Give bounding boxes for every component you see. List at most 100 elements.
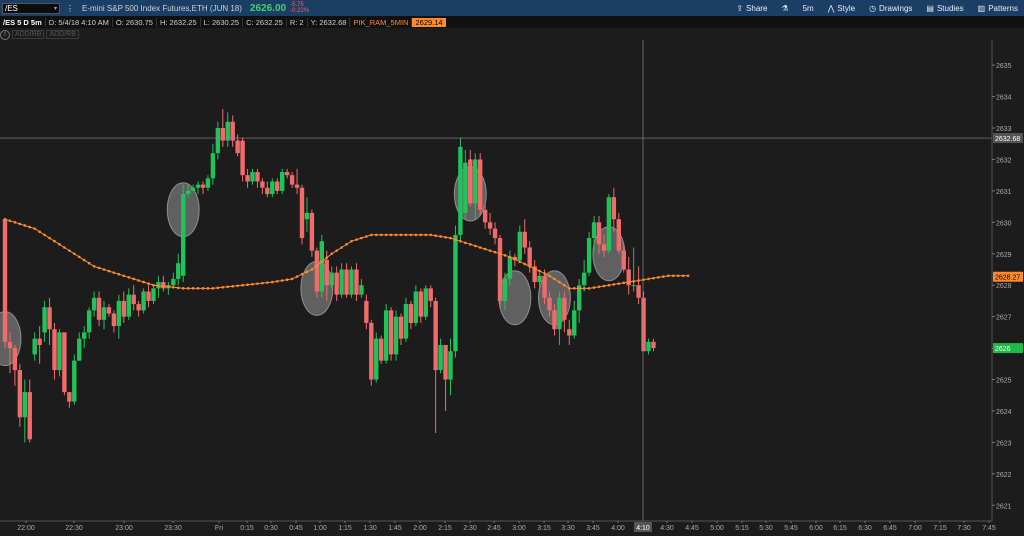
- moving-average-dot: [290, 277, 294, 281]
- candle-body: [235, 140, 240, 154]
- candle-body: [591, 222, 597, 239]
- candle-body: [354, 269, 359, 295]
- candle-body: [181, 194, 186, 276]
- moving-average-dot: [414, 233, 418, 237]
- moving-average-dot: [8, 219, 12, 223]
- candle-body: [507, 256, 513, 279]
- candle-body: [190, 187, 196, 191]
- price-tick-label: 2630: [996, 220, 1012, 227]
- time-tick-label: 1:00: [313, 525, 327, 532]
- moving-average-dot: [488, 249, 492, 252]
- moving-average-dot: [473, 244, 477, 248]
- moving-average-dot: [142, 280, 145, 284]
- moving-average-dot: [68, 249, 71, 252]
- candle-body: [77, 338, 82, 361]
- candle-body: [171, 278, 176, 286]
- moving-average-dot: [459, 239, 462, 243]
- moving-average-dot: [394, 233, 398, 237]
- candle-body: [101, 307, 107, 320]
- candle-body: [606, 197, 612, 251]
- candle-body: [453, 234, 458, 352]
- candle-body: [270, 181, 275, 195]
- time-tick-label: 6:15: [833, 525, 847, 532]
- price-tick-label: 2624: [996, 409, 1012, 416]
- moving-average-dot: [147, 282, 150, 285]
- time-tick-label: 2:45: [487, 525, 501, 532]
- candle-body: [205, 178, 211, 188]
- crosshair-price-label: 2632.68: [995, 136, 1020, 143]
- time-tick-label: 1:15: [338, 525, 352, 532]
- time-axis[interactable]: 22:00 22:30 23:00 23:30 Fri 0:15 0:30 0:45 1:00 1…: [0, 520, 1024, 536]
- moving-average-dot: [523, 262, 527, 266]
- moving-average-dot: [191, 287, 195, 290]
- candle-body: [636, 285, 641, 298]
- price-tick-label: 2621: [996, 503, 1012, 510]
- moving-average-dot: [236, 284, 239, 288]
- candle-body: [423, 288, 428, 317]
- moving-average-dot: [246, 283, 249, 286]
- candle-body: [468, 159, 473, 204]
- moving-average-dot: [439, 235, 442, 238]
- candle-body: [586, 238, 592, 273]
- candle-body: [438, 344, 443, 371]
- time-tick-label: 1:45: [388, 525, 402, 532]
- price-chart[interactable]: 2621 2622 2623 2624 2625 2626 2627 2628 2629 2630…: [0, 0, 1024, 536]
- candle-body: [12, 348, 18, 371]
- moving-average-dot: [374, 233, 378, 237]
- time-tick-label: 7:30: [957, 525, 971, 532]
- time-tick-label: 0:45: [289, 525, 303, 532]
- moving-average-dot: [53, 239, 56, 243]
- moving-average-dot: [508, 255, 512, 259]
- price-tick-label: 2635: [996, 63, 1012, 70]
- candle-body: [562, 297, 567, 320]
- candle-body: [96, 297, 102, 320]
- candle-body: [294, 184, 300, 188]
- candle-body: [47, 307, 52, 330]
- price-tick-label: 2634: [996, 95, 1012, 102]
- moving-average-dot: [117, 272, 121, 276]
- time-tick-label: 6:45: [883, 525, 897, 532]
- moving-average-dot: [43, 233, 46, 237]
- candle-body: [185, 190, 191, 195]
- moving-average-dot: [97, 266, 101, 270]
- moving-average-dot: [271, 280, 274, 284]
- time-tick-label: 2:30: [463, 525, 477, 532]
- candle-body: [641, 297, 646, 352]
- moving-average-dot: [310, 268, 314, 271]
- time-tick-label: 6:00: [809, 525, 823, 532]
- time-tick-label: 23:30: [164, 525, 182, 532]
- candle-body: [106, 307, 112, 314]
- moving-average-dot: [186, 287, 190, 290]
- moving-average-dot: [667, 274, 670, 278]
- price-axis[interactable]: 2621 2622 2623 2624 2625 2626 2627 2628 2629 2630…: [991, 40, 1024, 521]
- time-tick-label: 5:45: [784, 525, 798, 532]
- time-tick-label: 3:15: [537, 525, 551, 532]
- moving-average-dot: [300, 272, 304, 276]
- moving-average-dot: [533, 267, 536, 271]
- plot-background: [0, 40, 992, 521]
- candle-body: [200, 184, 206, 188]
- candle-body: [339, 269, 344, 295]
- candle-body: [62, 332, 67, 393]
- candle-body: [448, 351, 453, 380]
- candle-body: [32, 338, 37, 355]
- candle-body: [121, 300, 126, 317]
- moving-average-dot: [563, 283, 566, 287]
- time-tick-label: 6:30: [858, 525, 872, 532]
- price-tick-label: 2632: [996, 157, 1012, 164]
- candle-body: [552, 310, 557, 330]
- candle-body: [250, 172, 255, 182]
- moving-average-dot: [632, 279, 635, 283]
- moving-average-dot: [602, 284, 606, 288]
- price-tag-label: 2626: [995, 346, 1011, 353]
- moving-average-dot: [3, 217, 7, 221]
- candle-body: [116, 300, 122, 327]
- moving-average-dot: [528, 265, 531, 268]
- time-tick-label: 7:15: [933, 525, 947, 532]
- moving-average-dot: [622, 281, 626, 285]
- time-tick-label: 3:00: [512, 525, 526, 532]
- moving-average-dot: [137, 279, 140, 282]
- moving-average-dot: [201, 287, 205, 290]
- time-tick-label: 4:00: [611, 525, 625, 532]
- moving-average-dot: [266, 281, 269, 284]
